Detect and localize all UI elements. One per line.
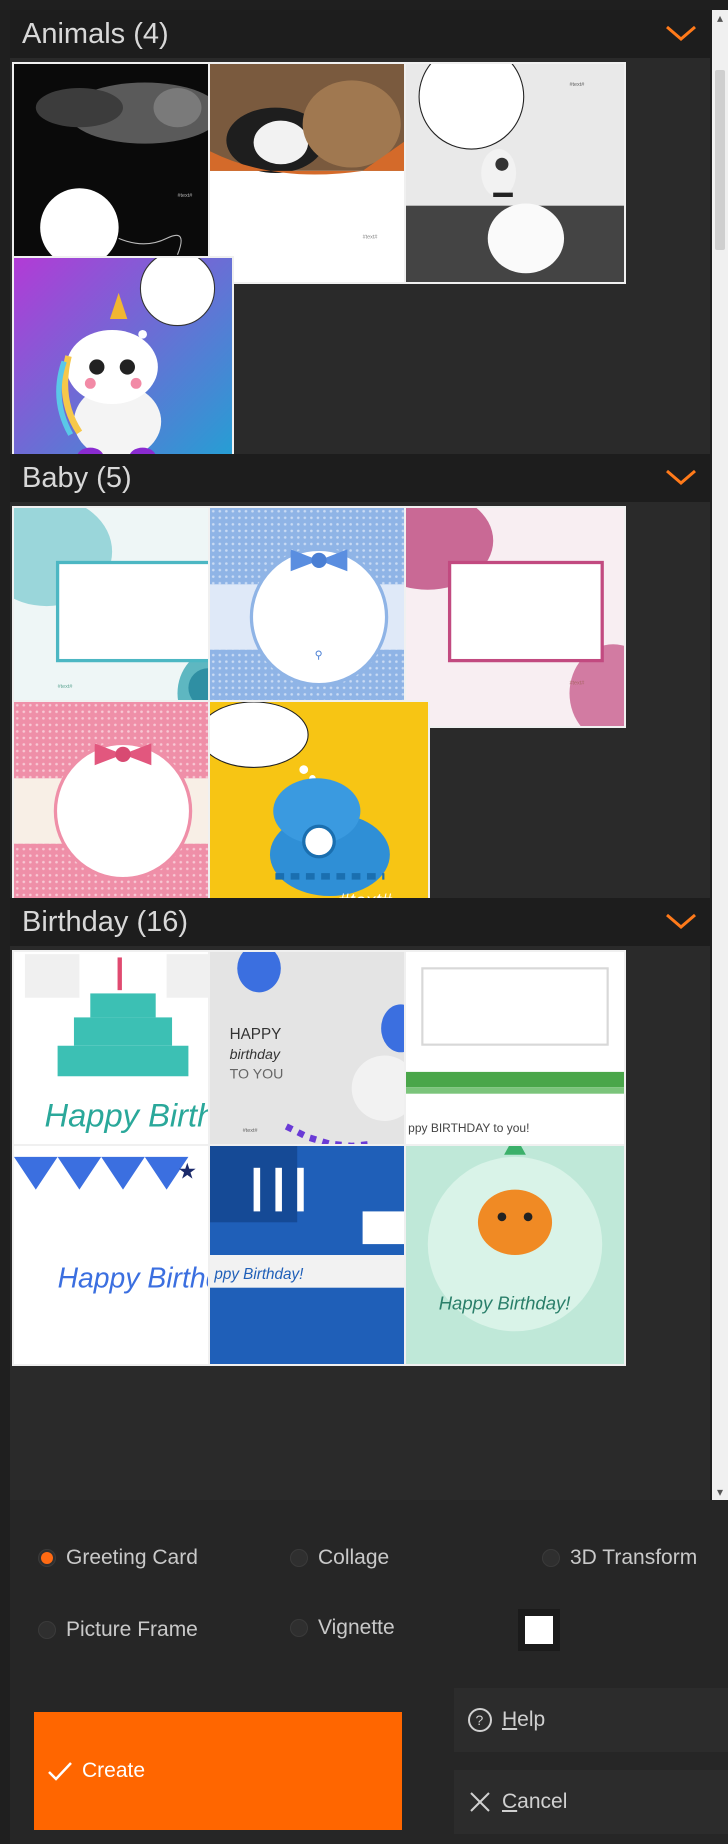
help-label: Help [502,1708,546,1731]
radio-label: Greeting Card [66,1546,198,1569]
options-panel: Greeting Card Collage 3D Transform Pictu… [10,1500,728,1844]
svg-text:#text#: #text# [570,681,585,687]
svg-text:Happy Birthday: Happy Birthday [58,1263,232,1295]
template-card[interactable]: #text# [208,700,430,922]
radio-label: Collage [318,1546,390,1569]
radio-label: Picture Frame [66,1618,198,1641]
section-grid-birthday: Happy Birthday HAPPY birthday TO YOU #te… [10,946,710,1376]
scroll-thumb[interactable] [715,70,725,250]
section-header-baby[interactable]: Baby (5) [10,454,710,502]
chevron-down-icon[interactable] [664,466,698,488]
svg-text:★: ★ [178,1159,198,1184]
template-card[interactable]: Happy Birthday [12,950,234,1172]
cancel-label: Cancel [502,1790,568,1813]
template-card[interactable]: ⚲ [208,506,430,728]
radio-3d-transform[interactable]: 3D Transform [542,1543,697,1573]
help-icon: ? [468,1708,492,1732]
section-grid-baby: #text# ⚲ #text# [10,502,710,922]
svg-text:ppy Birthday!: ppy Birthday! [213,1266,304,1283]
check-icon [48,1762,72,1781]
chevron-down-icon[interactable] [664,22,698,44]
template-gallery[interactable]: Animals (4) #text# #text# #text# Baby (5… [10,10,710,1500]
svg-text:birthday: birthday [230,1047,281,1063]
section-title: Animals (4) [22,18,169,50]
svg-text:#text#: #text# [243,1128,258,1134]
create-button-label: Create [82,1759,146,1782]
radio-unselected-icon[interactable] [290,1549,308,1567]
scroll-down-icon[interactable]: ▾ [712,1484,728,1500]
template-card[interactable]: #text# [12,62,234,284]
template-card[interactable]: Happy Birthday! [404,1144,626,1366]
cancel-button[interactable]: Cancel [454,1770,728,1834]
svg-text:#text#: #text# [178,193,193,199]
svg-text:Happy Birthday!: Happy Birthday! [439,1293,571,1314]
help-button[interactable]: ? Help [454,1688,728,1752]
svg-text:?: ? [476,1712,484,1728]
section-title: Birthday (16) [22,906,189,938]
template-card[interactable]: ppy BIRTHDAY to you! [404,950,626,1172]
svg-text:Happy Birthday: Happy Birthday [45,1096,232,1133]
section-header-birthday[interactable]: Birthday (16) [10,898,710,946]
close-icon [470,1792,490,1812]
color-swatch-fill [525,1616,553,1644]
template-card[interactable]: #text# [404,506,626,728]
section-title: Baby (5) [22,462,132,494]
scroll-up-icon[interactable]: ▴ [712,10,728,26]
vertical-scrollbar[interactable]: ▴ ▾ [712,10,728,1500]
template-card[interactable]: #text# [12,506,234,728]
radio-unselected-icon[interactable] [542,1549,560,1567]
template-card[interactable]: #text# [404,62,626,284]
radio-collage[interactable]: Collage [290,1543,389,1573]
template-card[interactable]: #text# [208,62,430,284]
template-card[interactable]: ★ Happy Birthday [12,1144,234,1366]
radio-unselected-icon[interactable] [38,1621,56,1639]
svg-text:ppy BIRTHDAY to you!: ppy BIRTHDAY to you! [408,1121,529,1135]
radio-greeting-card[interactable]: Greeting Card [38,1543,198,1573]
template-dialog: Animals (4) #text# #text# #text# Baby (5… [0,0,728,1844]
svg-text:HAPPY: HAPPY [230,1026,282,1043]
radio-label: 3D Transform [570,1546,698,1569]
radio-picture-frame[interactable]: Picture Frame [38,1615,198,1645]
radio-unselected-icon[interactable] [290,1619,308,1637]
svg-text:⚲: ⚲ [315,649,323,661]
template-card[interactable] [12,256,234,478]
frame-color-swatch[interactable] [518,1609,560,1651]
radio-vignette[interactable]: Vignette [290,1613,395,1643]
chevron-down-icon[interactable] [664,910,698,932]
create-button[interactable]: Create [34,1712,402,1830]
template-card[interactable]: HAPPY birthday TO YOU #text# [208,950,430,1172]
section-header-animals[interactable]: Animals (4) [10,10,710,58]
radio-selected-icon[interactable] [38,1549,56,1567]
radio-label: Vignette [318,1616,395,1639]
template-card[interactable]: ppy Birthday! [208,1144,430,1366]
svg-text:#text#: #text# [58,684,73,690]
svg-text:#text#: #text# [570,82,585,88]
template-card[interactable] [12,700,234,922]
svg-text:#text#: #text# [363,234,378,240]
svg-text:TO YOU: TO YOU [230,1066,284,1082]
section-grid-animals: #text# #text# #text# [10,58,710,478]
